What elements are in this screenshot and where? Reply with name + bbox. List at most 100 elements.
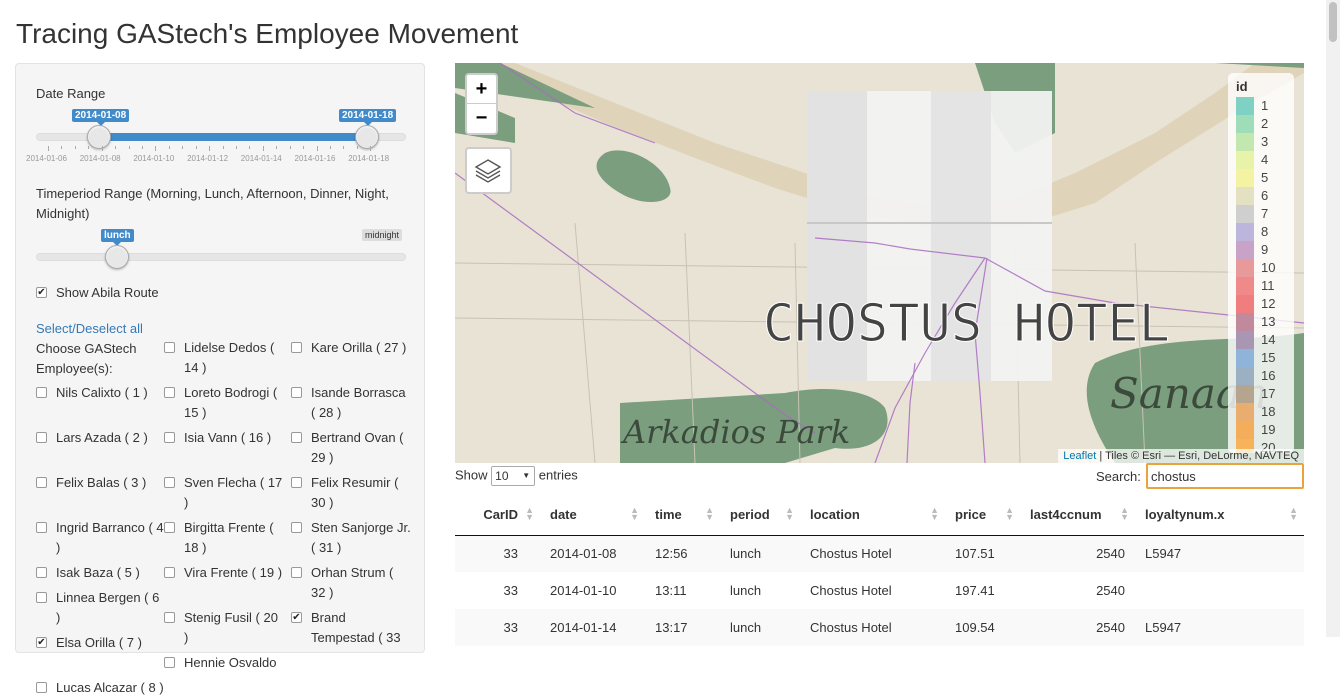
column-header-loyaltynum-x[interactable]: loyaltynum.x ▲ ▼ — [1135, 495, 1304, 536]
employee-checkbox-box[interactable] — [164, 567, 175, 578]
employee-checkbox-box[interactable] — [164, 387, 175, 398]
legend-item: 10 — [1236, 259, 1286, 277]
employee-checkbox-box[interactable]: ✔ — [291, 612, 302, 623]
table-row[interactable]: 33 2014-01-14 13:17 lunch Chostus Hotel 109.5… — [455, 609, 1304, 646]
date-range-fill — [100, 133, 368, 141]
date-from-handle[interactable] — [87, 125, 111, 149]
employee-checkbox-box[interactable] — [36, 522, 47, 533]
legend-label: 8 — [1261, 224, 1269, 239]
table-cell-loyaltynum-x: L5947 — [1135, 535, 1304, 572]
timeperiod-handle[interactable] — [105, 245, 129, 269]
employee-name: Bertrand Ovan ( 29 ) — [311, 430, 404, 465]
sort-icon: ▲ ▼ — [785, 505, 794, 522]
employee-name: Linnea Bergen ( 6 ) — [56, 590, 160, 625]
show-route-label: Show Abila Route — [56, 285, 159, 300]
legend-swatch — [1236, 151, 1254, 169]
legend-swatch — [1236, 277, 1254, 295]
date-minor-tick — [61, 146, 63, 149]
table-cell-date: 2014-01-14 — [540, 609, 645, 646]
date-tick — [48, 146, 49, 151]
column-header-label: loyaltynum.x — [1145, 507, 1225, 523]
column-header-last4ccnum[interactable]: last4ccnum ▲ ▼ — [1020, 495, 1135, 536]
employee-checkbox-box[interactable]: ✔ — [36, 637, 47, 648]
map-label-park: Arkadios Park — [620, 413, 850, 451]
column-header-carid[interactable]: CarID ▲ ▼ — [455, 495, 540, 536]
table-cell-carid: 33 — [455, 609, 540, 646]
chevron-down-icon: ▼ — [522, 471, 531, 480]
date-minor-tick — [128, 146, 130, 149]
employee-checkbox-box[interactable] — [164, 612, 175, 623]
employee-checkbox-box[interactable] — [291, 522, 302, 533]
employee-name: Vira Frente ( 19 ) — [184, 565, 283, 580]
employee-name: Birgitta Frente ( 18 ) — [184, 520, 274, 555]
date-minor-tick — [195, 146, 197, 149]
zoom-in-button[interactable]: + — [467, 75, 496, 104]
select-all-link[interactable]: Select/Deselect all — [36, 321, 143, 336]
legend-label: 18 — [1261, 404, 1276, 419]
table-row[interactable]: 33 2014-01-08 12:56 lunch Chostus Hotel 107.5… — [455, 535, 1304, 572]
legend-swatch — [1236, 97, 1254, 115]
legend-swatch — [1236, 313, 1254, 331]
layers-icon — [474, 159, 502, 183]
table-cell-location: Chostus Hotel — [800, 609, 945, 646]
employee-name: Sten Sanjorge Jr. ( 31 ) — [311, 520, 411, 555]
show-route-box[interactable]: ✔ — [36, 287, 47, 298]
column-header-time[interactable]: time ▲ ▼ — [645, 495, 720, 536]
employee-checkbox-box[interactable] — [291, 342, 302, 353]
entries-select[interactable]: 10 ▼ — [491, 466, 536, 486]
column-header-location[interactable]: location ▲ ▼ — [800, 495, 945, 536]
employee-checkbox-box[interactable] — [164, 342, 175, 353]
employee-checkbox-box[interactable] — [164, 657, 175, 668]
legend-item: 4 — [1236, 151, 1286, 169]
table-row[interactable]: 33 2014-01-10 13:11 lunch Chostus Hotel 197.4… — [455, 572, 1304, 609]
scrollbar-thumb[interactable] — [1329, 2, 1337, 42]
employee-checkbox-box[interactable] — [291, 387, 302, 398]
employee-checkbox-box[interactable] — [164, 477, 175, 488]
leaflet-link[interactable]: Leaflet — [1063, 450, 1096, 462]
employee-checkbox-box[interactable] — [164, 432, 175, 443]
employee-checkbox-box[interactable] — [36, 477, 47, 488]
layers-button[interactable] — [465, 147, 512, 194]
employee-name: Isande Borrasca ( 28 ) — [311, 385, 406, 420]
date-minor-tick — [289, 146, 291, 149]
timeperiod-max-badge: midnight — [362, 229, 403, 241]
sort-icon: ▲ ▼ — [525, 505, 534, 522]
page-scrollbar[interactable] — [1326, 0, 1340, 637]
map[interactable]: CHOSTUS HOTEL Arkadios Park Sanaan + − i… — [455, 63, 1304, 463]
timeperiod-slider[interactable] — [36, 253, 406, 261]
legend-item: 15 — [1236, 349, 1286, 367]
employee-checkbox-box[interactable] — [36, 682, 47, 693]
column-header-date[interactable]: date ▲ ▼ — [540, 495, 645, 536]
employee-checkbox-box[interactable] — [164, 522, 175, 533]
column-header-period[interactable]: period ▲ ▼ — [720, 495, 800, 536]
employee-checkbox-box[interactable] — [291, 567, 302, 578]
sort-icon: ▲ ▼ — [1289, 505, 1298, 522]
search-input[interactable] — [1146, 463, 1304, 489]
legend-swatch — [1236, 205, 1254, 223]
legend-label: 14 — [1261, 332, 1276, 347]
legend-item: 9 — [1236, 241, 1286, 259]
zoom-out-button[interactable]: − — [467, 104, 496, 133]
employees-label: Choose GAStech Employee(s): — [36, 341, 137, 376]
employee-name: Lars Azada ( 2 ) — [56, 430, 148, 445]
legend-item: 13 — [1236, 313, 1286, 331]
legend-item: 2 — [1236, 115, 1286, 133]
legend-label: 17 — [1261, 386, 1276, 401]
map-label-hotel: CHOSTUS HOTEL — [763, 294, 1170, 354]
legend-swatch — [1236, 115, 1254, 133]
page-title: Tracing GAStech's Employee Movement — [16, 18, 519, 49]
legend-title: id — [1236, 79, 1248, 94]
legend-swatch — [1236, 385, 1254, 403]
employee-checkbox-box[interactable] — [36, 567, 47, 578]
legend-item: 16 — [1236, 367, 1286, 385]
employee-checkbox-box[interactable] — [36, 592, 47, 603]
employee-checkbox-box[interactable] — [291, 477, 302, 488]
date-tick — [262, 146, 264, 151]
date-to-handle[interactable] — [355, 125, 379, 149]
column-header-price[interactable]: price ▲ ▼ — [945, 495, 1020, 536]
employee-checkbox-box[interactable] — [36, 387, 47, 398]
employee-checkbox-box[interactable] — [36, 432, 47, 443]
employee-name: Felix Resumir ( 30 ) — [311, 475, 399, 510]
employee-checkbox-box[interactable] — [291, 432, 302, 443]
sort-icon: ▲ ▼ — [630, 505, 639, 522]
